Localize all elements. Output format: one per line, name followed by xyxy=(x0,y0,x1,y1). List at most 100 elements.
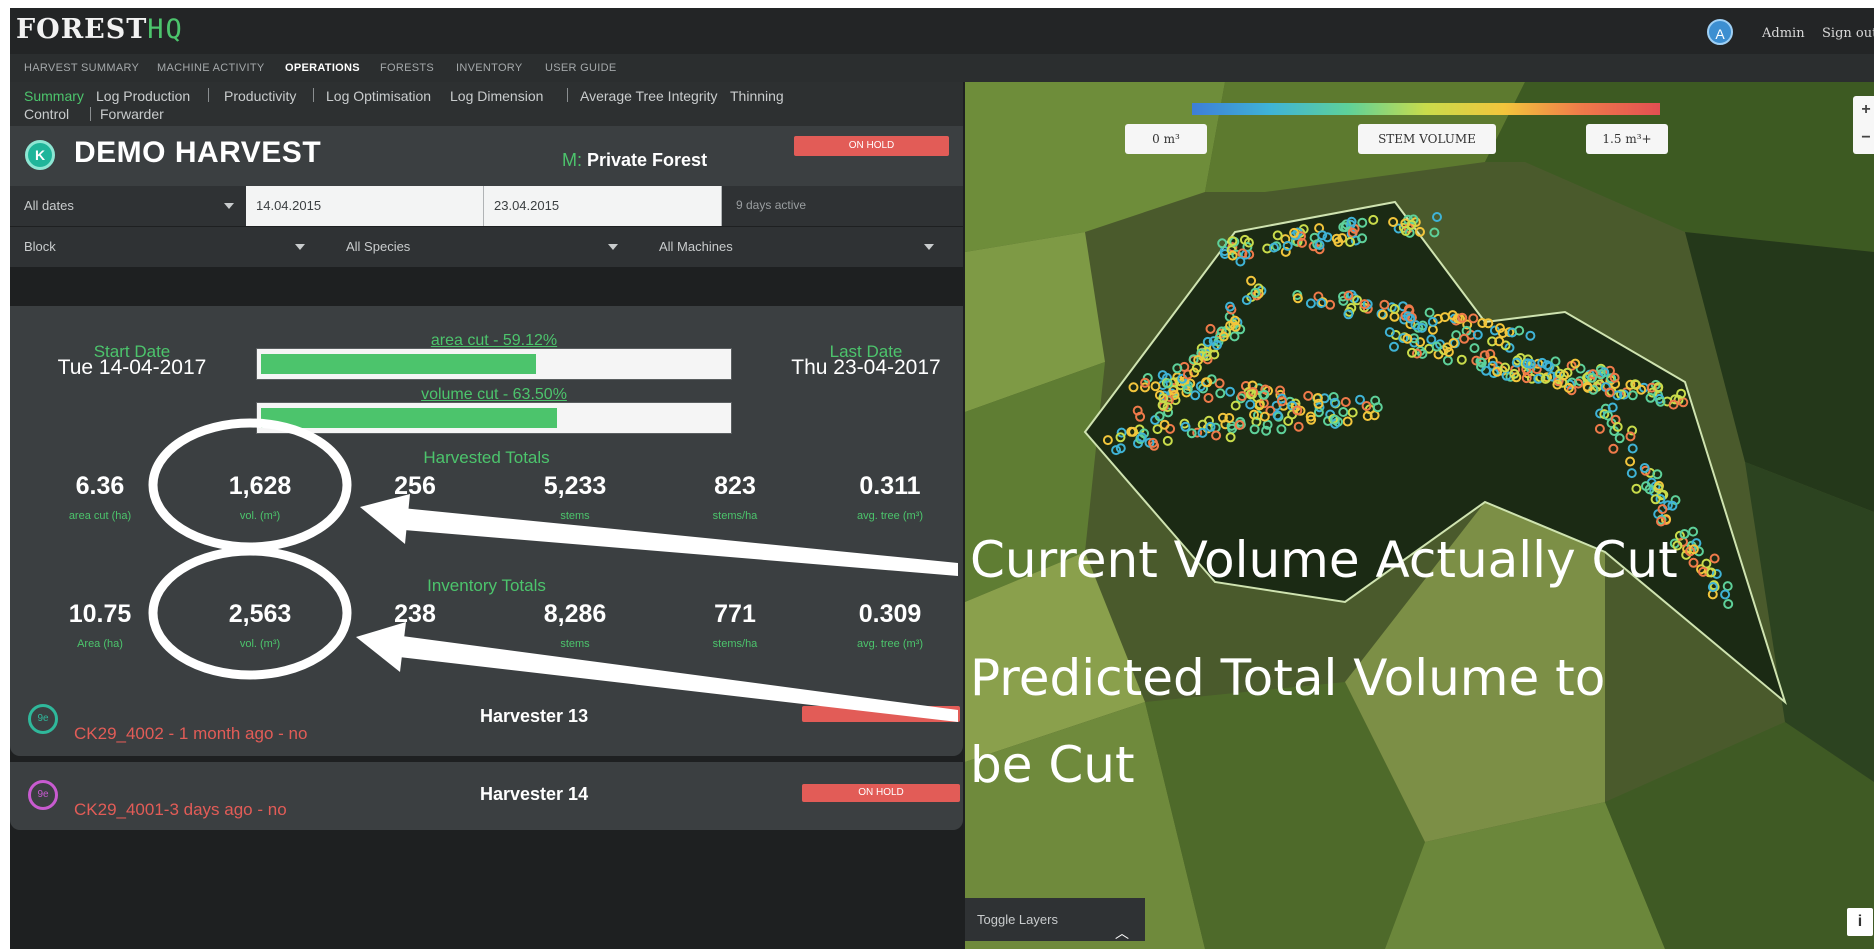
harvested-stems-value: 5,233 xyxy=(543,472,607,500)
zoom-out-button[interactable]: − xyxy=(1853,124,1874,152)
aerial-map-image xyxy=(965,82,1874,949)
chevron-up-icon: ︿ xyxy=(1115,925,1129,941)
top-bar: FORESTHQ A Admin Sign out xyxy=(10,8,1874,54)
machine-status-badge xyxy=(802,706,960,722)
avatar[interactable]: A xyxy=(1707,19,1733,45)
volume-cut-fill xyxy=(261,408,557,428)
block-dropdown[interactable]: Block xyxy=(24,239,56,254)
legend-min-label: 0 m³ xyxy=(1125,124,1207,154)
species-dropdown[interactable]: All Species xyxy=(346,239,410,254)
toggle-layers-button[interactable]: Toggle Layers ︿ xyxy=(965,898,1145,941)
machine-name: Harvester 13 xyxy=(480,706,589,726)
user-name-link[interactable]: Admin xyxy=(1762,26,1805,41)
tab-log-production[interactable]: Log Production xyxy=(96,88,190,104)
nav-user-guide[interactable]: USER GUIDE xyxy=(545,62,616,74)
inventory-m3-per-ha-value: 238 xyxy=(394,600,436,628)
inventory-stems-per-ha-value: 771 xyxy=(714,600,756,628)
inventory-stems-value: 8,286 xyxy=(543,600,607,628)
harvester-icon: 9e xyxy=(28,704,58,734)
end-date-input[interactable]: 23.04.2015 xyxy=(484,186,722,226)
inventory-stems-per-ha-label: stems/ha xyxy=(712,638,758,650)
inventory-avg-tree-label: avg. tree (m³) xyxy=(856,638,923,650)
harvested-stems-per-ha-value: 823 xyxy=(714,472,756,500)
forest-hq-logo[interactable]: FORESTHQ xyxy=(16,14,184,45)
start-date-input[interactable]: 14.04.2015 xyxy=(246,186,484,226)
machine-status-badge: ON HOLD xyxy=(802,784,960,802)
nav-inventory[interactable]: INVENTORY xyxy=(456,62,522,74)
last-date-value: Thu 23-04-2017 xyxy=(791,356,941,379)
inventory-m3-per-ha-label: m³/ha xyxy=(400,638,430,650)
tab-log-optimisation[interactable]: Log Optimisation xyxy=(326,88,431,104)
harvest-map[interactable]: 0 m³ STEM VOLUME 1.5 m³+ + − Toggle Laye… xyxy=(965,82,1874,949)
start-date-value: Tue 14-04-2017 xyxy=(57,356,207,379)
harvest-panel: Summary Log Production Productivity Log … xyxy=(10,82,963,949)
harvest-stats: Start Date Tue 14-04-2017 Last Date Thu … xyxy=(10,306,963,698)
harvested-stems-per-ha-label: stems/ha xyxy=(712,510,758,522)
tab-thinning[interactable]: Thinning xyxy=(730,88,784,104)
logo-accent: HQ xyxy=(147,14,184,45)
inventory-area-value: 10.75 xyxy=(68,600,132,628)
machine-name: Harvester 14 xyxy=(480,784,589,804)
machines-dropdown[interactable]: All Machines xyxy=(659,239,733,254)
machine-sub-text: CK29_4001-3 days ago - no xyxy=(74,800,287,819)
legend-max-label: 1.5 m³+ xyxy=(1586,124,1668,154)
harvested-volume-value: 1,628 xyxy=(228,472,292,500)
harvested-avg-tree-label: avg. tree (m³) xyxy=(856,510,923,522)
harvested-totals-title: Harvested Totals xyxy=(423,448,550,467)
tab-summary[interactable]: Summary xyxy=(24,88,84,104)
harvest-icon: K xyxy=(25,140,55,170)
harvested-stems-label: stems xyxy=(560,510,590,522)
tab-productivity[interactable]: Productivity xyxy=(224,88,296,104)
status-badge: ON HOLD xyxy=(794,136,949,156)
chevron-down-icon[interactable] xyxy=(924,244,934,250)
harvester-icon: 9e xyxy=(28,780,58,810)
inventory-stems-label: stems xyxy=(560,638,590,650)
chevron-down-icon[interactable] xyxy=(295,244,305,250)
inventory-avg-tree-value: 0.309 xyxy=(858,600,922,628)
callout-current-volume: Current Volume Actually Cut xyxy=(970,531,1678,589)
harvest-header: K DEMO HARVEST M: Private Forest ON HOLD xyxy=(10,126,963,186)
machine-sub-text: CK29_4002 - 1 month ago - no xyxy=(74,724,308,743)
nav-operations[interactable]: OPERATIONS xyxy=(285,62,360,74)
page-title: DEMO HARVEST xyxy=(74,136,322,169)
days-active-text: 9 days active xyxy=(736,198,807,212)
harvested-area-label: area cut (ha) xyxy=(68,510,132,522)
date-filter-row: All dates 14.04.2015 23.04.2015 9 days a… xyxy=(10,186,963,226)
nav-machine-activity[interactable]: MACHINE ACTIVITY xyxy=(157,62,264,74)
chevron-down-icon[interactable] xyxy=(608,244,618,250)
callout-predicted-volume-line2: be Cut xyxy=(970,736,1135,794)
tab-log-dimension[interactable]: Log Dimension xyxy=(450,88,543,104)
info-button[interactable]: i xyxy=(1847,908,1873,936)
nav-harvest-summary[interactable]: HARVEST SUMMARY xyxy=(24,62,139,74)
chevron-down-icon[interactable] xyxy=(224,203,234,209)
volume-cut-progress xyxy=(256,402,732,434)
inventory-area-label: Area (ha) xyxy=(77,638,123,650)
date-range-dropdown[interactable]: All dates xyxy=(24,198,74,213)
app-window: FORESTHQ A Admin Sign out HARVEST SUMMAR… xyxy=(10,8,1874,949)
area-cut-progress xyxy=(256,348,732,380)
harvested-volume-label: vol. (m³) xyxy=(239,510,281,522)
sign-out-link[interactable]: Sign out xyxy=(1822,26,1874,41)
zoom-in-button[interactable]: + xyxy=(1853,96,1874,124)
map-zoom-control: + − xyxy=(1853,96,1874,154)
tab-forwarder[interactable]: Forwarder xyxy=(100,106,164,122)
callout-predicted-volume-line1: Predicted Total Volume to xyxy=(970,649,1606,707)
harvested-avg-tree-value: 0.311 xyxy=(859,472,921,500)
inventory-totals-title: Inventory Totals xyxy=(427,576,546,595)
inventory-volume-label: vol. (m³) xyxy=(239,638,281,650)
area-cut-fill xyxy=(261,354,537,374)
logo-text: FOREST xyxy=(16,14,148,45)
toggle-layers-label: Toggle Layers xyxy=(977,912,1058,927)
tab-control[interactable]: Control xyxy=(24,106,69,122)
nav-forests[interactable]: FORESTS xyxy=(380,62,434,74)
stem-volume-legend-bar xyxy=(1192,103,1660,115)
scope-filter-row: Block All Species All Machines xyxy=(10,226,963,267)
machine-card-harvester-13[interactable]: 9e CK29_4002 - 1 month ago - no Harveste… xyxy=(10,688,963,756)
legend-title: STEM VOLUME xyxy=(1358,124,1496,154)
operations-subnav: Summary Log Production Productivity Log … xyxy=(10,82,963,126)
forest-name: M: Private Forest xyxy=(562,150,707,171)
forest-prefix: M: xyxy=(562,150,582,170)
machine-card-harvester-14[interactable]: 9e CK29_4001-3 days ago - no Harvester 1… xyxy=(10,762,963,830)
tab-average-tree-integrity[interactable]: Average Tree Integrity xyxy=(580,88,717,104)
harvested-area-value: 6.36 xyxy=(75,472,125,500)
